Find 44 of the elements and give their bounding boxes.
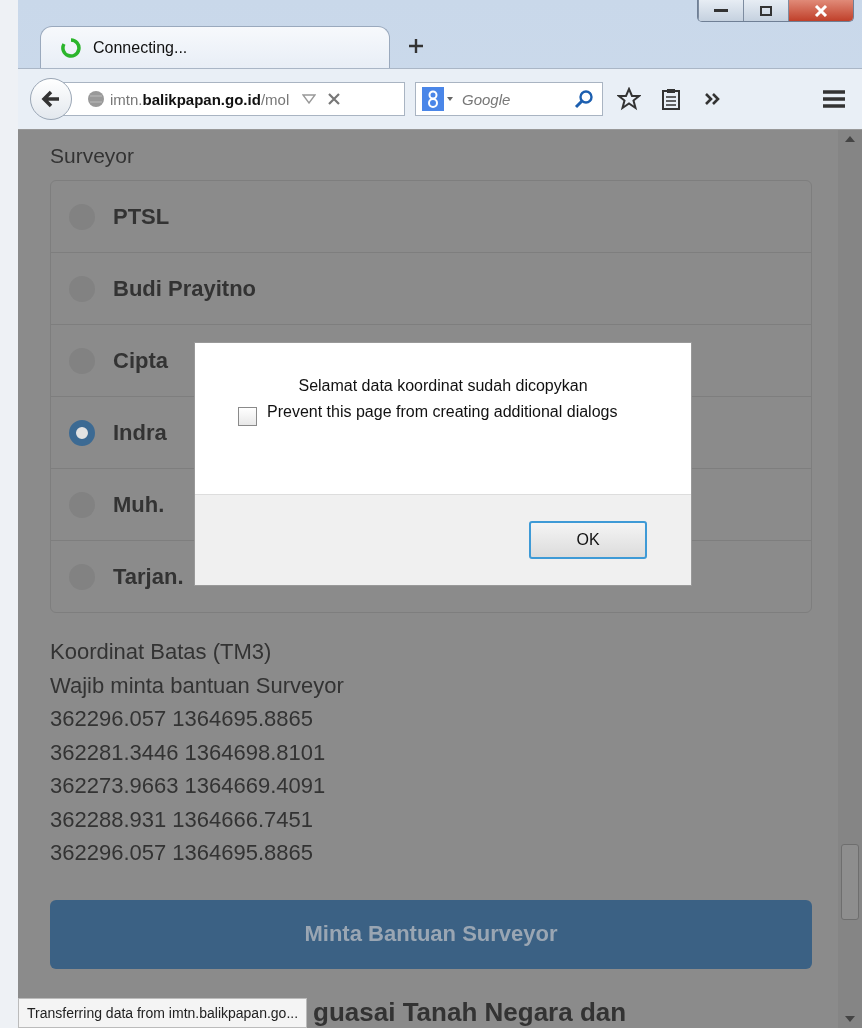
ok-button[interactable]: OK <box>529 521 647 559</box>
request-surveyor-button[interactable]: Minta Bantuan Surveyor <box>50 899 812 969</box>
search-icon[interactable] <box>574 89 594 109</box>
coordinate-line: 362281.3446 1364698.8101 <box>50 738 327 767</box>
coordinate-line: 362296.057 1364695.8865 <box>50 705 315 733</box>
dialog-message: Selamat data koordinat sudah dicopykan <box>298 377 588 395</box>
section-label: Surveyor <box>50 144 136 168</box>
section-heading: guasai Tanah Negara dan <box>313 997 627 1028</box>
surveyor-name[interactable]: Budi Prayitno <box>113 275 256 302</box>
url-text: imtn.balikpapan.go.id/mol <box>110 90 290 108</box>
maximize-icon <box>760 5 772 16</box>
checkbox-label[interactable]: Prevent this page from creating additional dialogs <box>267 401 618 423</box>
maximize-button[interactable] <box>743 0 788 21</box>
surveyor-name[interactable]: Indra <box>113 419 167 446</box>
scrollbar-thumb[interactable] <box>841 844 859 920</box>
close-icon[interactable] <box>327 92 342 106</box>
search-input[interactable]: Google <box>460 89 554 109</box>
arrow-left-icon <box>41 90 61 108</box>
tab-title: Connecting... <box>93 38 188 57</box>
surveyor-name[interactable]: Muh. <box>113 491 165 518</box>
surveyor-name[interactable]: Cipta <box>113 347 168 374</box>
scroll-up-icon[interactable] <box>845 136 855 142</box>
globe-icon <box>87 90 105 108</box>
dropdown-icon[interactable] <box>302 94 317 104</box>
close-icon <box>814 4 828 17</box>
minimize-button[interactable] <box>698 0 743 21</box>
browser-tab[interactable]: Connecting... <box>40 26 390 68</box>
status-tooltip: Transferring data from imtn.balikpapan.go... <box>18 997 308 1028</box>
surveyor-name[interactable]: PTSL <box>113 203 170 230</box>
minimize-icon <box>714 8 728 13</box>
coordinates-title: Koordinat Batas (TM3) <box>50 638 273 666</box>
search-field[interactable]: Google <box>415 82 603 116</box>
scroll-down-icon[interactable] <box>845 1016 855 1022</box>
search-engine-icon <box>422 87 454 111</box>
scrollbar[interactable] <box>838 130 862 1028</box>
radio-button[interactable] <box>69 419 95 446</box>
coordinate-line: 362273.9663 1364669.4091 <box>50 772 327 800</box>
coordinate-line: 362296.057 1364695.8865 <box>50 839 315 867</box>
checkbox[interactable] <box>238 407 257 426</box>
coordinates-note: Wajib minta bantuan Surveyor <box>50 671 345 700</box>
close-button[interactable] <box>788 0 853 21</box>
surveyor-name[interactable]: Tarjan. <box>113 563 184 590</box>
back-button[interactable] <box>30 78 72 120</box>
coordinate-line: 362288.931 1364666.7451 <box>50 805 315 834</box>
